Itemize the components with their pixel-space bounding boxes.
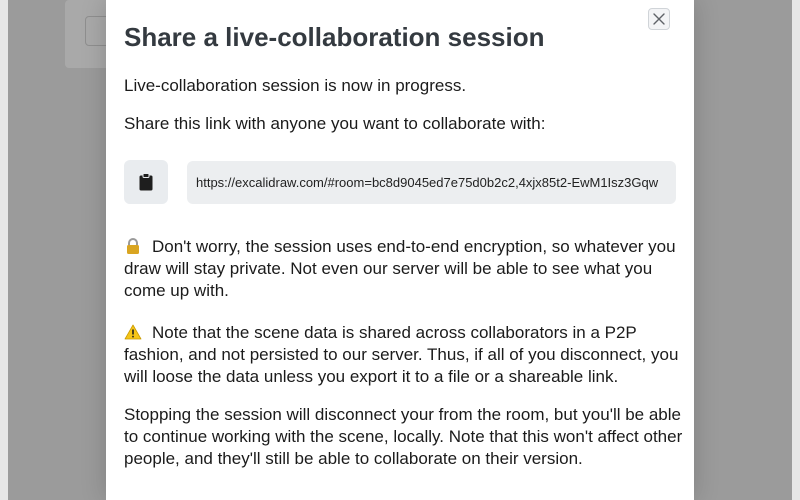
close-button[interactable] (648, 8, 670, 30)
encryption-note-text: Don't worry, the session uses end-to-end… (124, 237, 676, 300)
copy-link-button[interactable] (124, 160, 168, 204)
share-link-input[interactable] (187, 161, 676, 204)
close-icon (653, 13, 665, 25)
session-status-text: Live-collaboration session is now in pro… (124, 76, 467, 95)
dialog-title: Share a live-collaboration session (124, 22, 545, 52)
stop-session-note: Stopping the session will disconnect you… (124, 405, 683, 468)
p2p-warning: Note that the scene data is shared acros… (124, 322, 684, 388)
page-edge-right (792, 0, 800, 500)
lock-icon (127, 238, 139, 254)
page-edge-left (0, 0, 8, 500)
encryption-note: Don't worry, the session uses end-to-end… (124, 236, 684, 302)
share-instruction-text: Share this link with anyone you want to … (124, 114, 546, 133)
app-window: Share a live-collaboration session Live-… (0, 0, 800, 500)
clipboard-icon (139, 173, 153, 191)
warning-icon (124, 324, 142, 340)
share-session-dialog: Share a live-collaboration session Live-… (106, 0, 694, 500)
p2p-warning-text: Note that the scene data is shared acros… (124, 323, 679, 386)
